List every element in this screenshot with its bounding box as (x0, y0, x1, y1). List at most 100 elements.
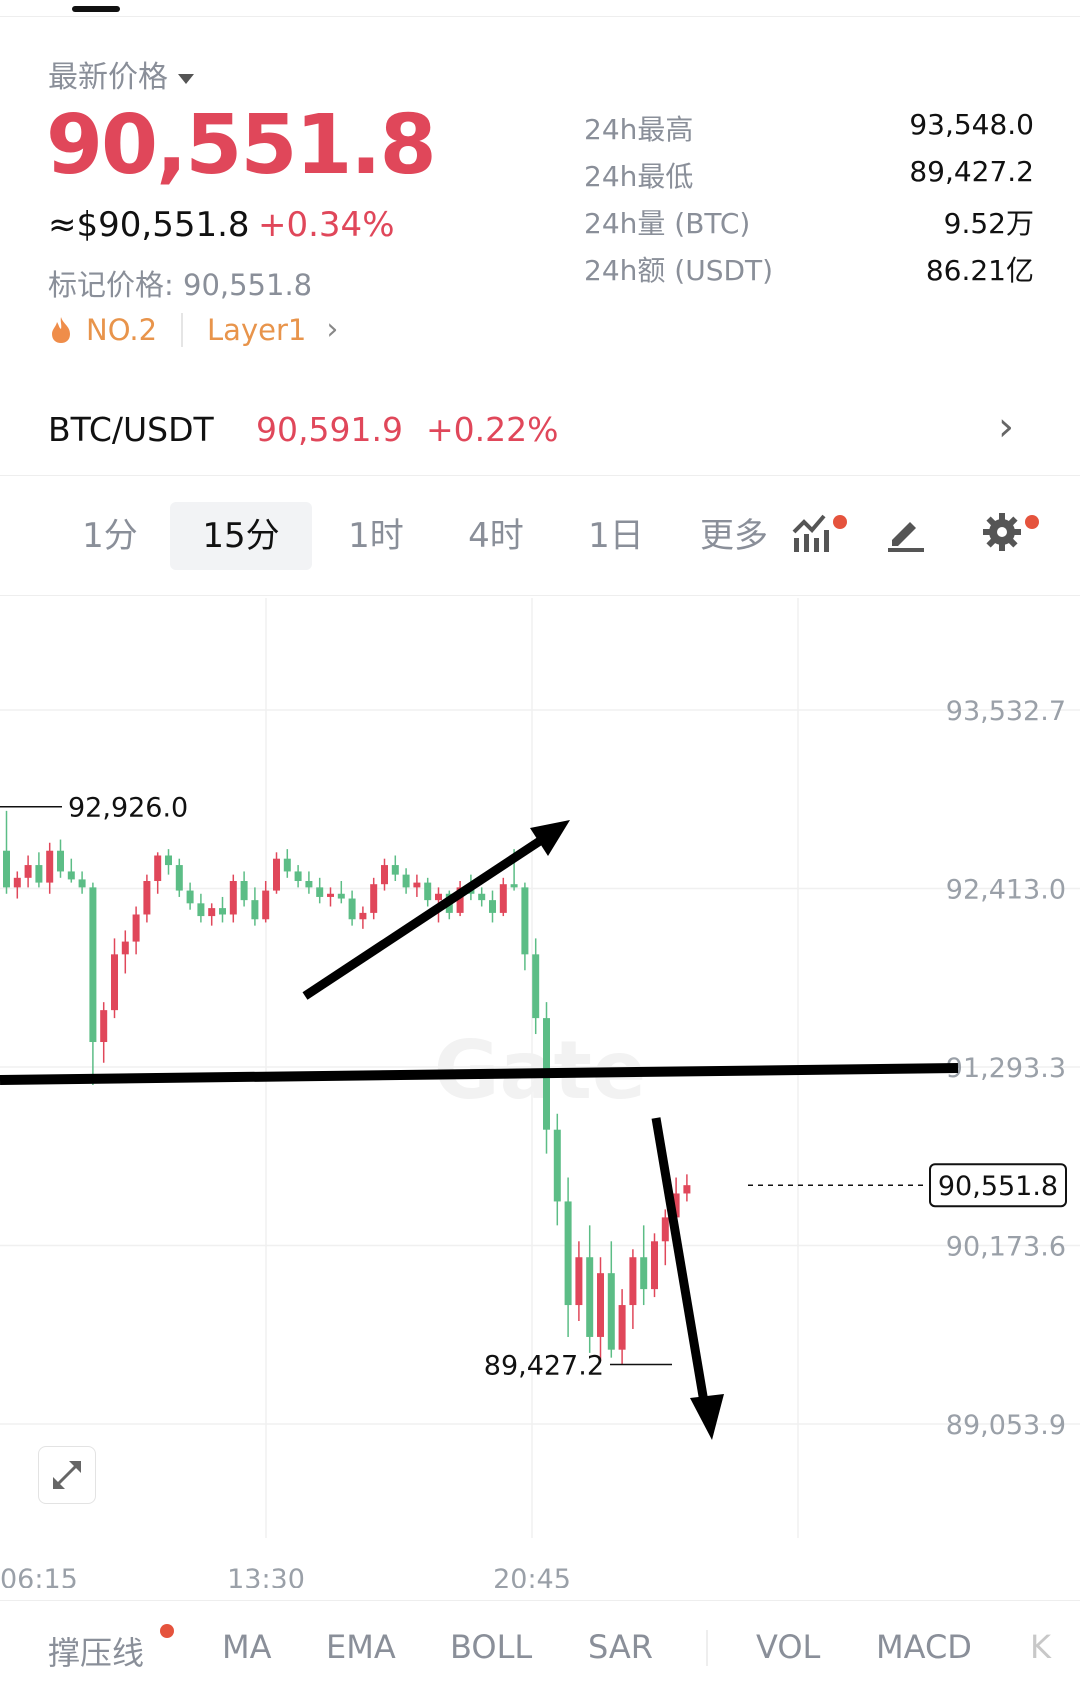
indicator-chart-icon[interactable] (790, 510, 834, 554)
candle-body (553, 1129, 561, 1202)
stat-value: 9.52万 (943, 207, 1034, 240)
pair-price: 90,591.9 (256, 410, 403, 449)
candlestick-chart[interactable]: Gate 93,532.7 92,413.0 91,293.3 90,173.6… (0, 598, 1080, 1588)
candle-body (316, 887, 324, 897)
stat-value: 93,548.0 (909, 108, 1034, 141)
candle-body (294, 871, 302, 882)
tab-15m[interactable]: 15分 (170, 502, 312, 570)
candle-body (532, 954, 540, 1019)
pair-name[interactable]: BTC/USDT (48, 410, 214, 449)
candle-body (46, 850, 54, 883)
candle-body (640, 1257, 648, 1290)
drag-handle[interactable] (72, 6, 120, 12)
candle-body (337, 893, 345, 899)
y-axis: 93,532.7 92,413.0 91,293.3 90,173.6 89,0… (946, 696, 1066, 1441)
candle-body (89, 887, 97, 1043)
candle-body (24, 865, 32, 878)
candle-body (489, 900, 496, 913)
indicator-ema[interactable]: EMA (326, 1628, 396, 1666)
chevron-right-icon[interactable]: › (998, 404, 1014, 450)
candle-body (618, 1305, 626, 1350)
candle-body (208, 908, 216, 917)
settings-gear-icon[interactable] (980, 510, 1024, 554)
latest-price-dropdown[interactable]: 最新价格 (48, 52, 194, 96)
indicator-vol[interactable]: VOL (756, 1628, 820, 1666)
stat-row-high: 24h最高 93,548.0 (584, 108, 1034, 155)
candle-body (121, 941, 129, 955)
x-tick-label: 13:30 (227, 1564, 305, 1588)
fullscreen-button[interactable] (38, 1446, 96, 1504)
divider (181, 312, 184, 347)
tab-4h[interactable]: 4时 (446, 502, 546, 570)
candle-body (78, 879, 86, 888)
indicator-k[interactable]: K (1030, 1628, 1051, 1666)
last-price-line: 90,551.8 (748, 1163, 1067, 1208)
tab-1m[interactable]: 1分 (60, 502, 160, 570)
candle-body (402, 874, 410, 888)
candle-body (413, 882, 421, 888)
candle-body (629, 1257, 637, 1306)
support-line (0, 1063, 959, 1085)
indicator-ma[interactable]: MA (222, 1628, 272, 1666)
candle-body (13, 877, 21, 888)
candle-body (283, 858, 291, 872)
candle-body (435, 893, 442, 901)
latest-price-label: 最新价格 (48, 60, 168, 95)
fire-icon (52, 316, 70, 343)
arrowhead (690, 1394, 724, 1440)
price-change-percent: +0.34% (258, 205, 395, 245)
notification-dot (833, 515, 847, 529)
candle-body (3, 850, 10, 888)
candle-body (262, 890, 270, 920)
high-marker: 92,926.0 (0, 793, 188, 824)
candle-body (251, 900, 259, 920)
candle-body (57, 850, 64, 872)
candle-body (348, 898, 356, 920)
stat-label: 24h量 (BTC) (584, 207, 751, 240)
up-trend-arrow (302, 829, 555, 1000)
stat-row-turnover: 24h额 (USDT) 86.21亿 (584, 249, 1034, 296)
candle-body (305, 881, 313, 888)
rank-label: NO.2 (86, 312, 158, 347)
candle-body (510, 884, 518, 888)
candle-body (35, 865, 43, 883)
tab-1h[interactable]: 1时 (326, 502, 426, 570)
stats-panel: 24h最高 93,548.0 24h最低 89,427.2 24h量 (BTC) 9.… (584, 108, 1034, 296)
y-tick-label: 90,173.6 (946, 1232, 1066, 1263)
low-marker: 89,427.2 (484, 1350, 672, 1381)
draw-pen-icon[interactable] (884, 510, 928, 554)
indicator-support-resistance[interactable]: 撑压线 (48, 1628, 144, 1674)
category-tag[interactable]: Layer1 (207, 313, 306, 347)
x-tick-label: 20:45 (493, 1564, 571, 1588)
candle-body (132, 914, 140, 942)
candle-body (143, 881, 151, 915)
stat-row-volume: 24h量 (BTC) 9.52万 (584, 202, 1034, 249)
notification-dot (160, 1624, 174, 1638)
rank-row[interactable]: NO.2 Layer1 › (48, 312, 338, 347)
indicator-sar[interactable]: SAR (588, 1628, 653, 1666)
mark-price: 标记价格: 90,551.8 (48, 268, 313, 302)
indicator-macd[interactable]: MACD (876, 1628, 972, 1666)
tab-1d[interactable]: 1日 (566, 502, 666, 570)
candle-body (165, 855, 172, 866)
candle-body (478, 893, 486, 901)
candle-body (111, 954, 118, 1011)
candle-body (273, 858, 280, 891)
y-tick-label: 93,532.7 (946, 696, 1066, 727)
pair-change: +0.22% (426, 410, 559, 449)
stat-value: 86.21亿 (925, 254, 1034, 287)
tab-more[interactable]: 更多 (700, 502, 778, 570)
indicator-boll[interactable]: BOLL (450, 1628, 532, 1666)
candle-body (391, 865, 399, 875)
candle-body (586, 1257, 594, 1337)
chevron-right-icon: › (326, 312, 339, 347)
expand-arrows-icon (53, 1461, 81, 1489)
stat-label: 24h额 (USDT) (584, 254, 774, 287)
divider (706, 1630, 708, 1666)
arrowhead (530, 820, 570, 856)
candle-body (607, 1273, 615, 1350)
candle-body (597, 1273, 604, 1337)
candle-body (359, 912, 367, 920)
candle-body (197, 903, 205, 917)
candle-body (564, 1201, 572, 1306)
